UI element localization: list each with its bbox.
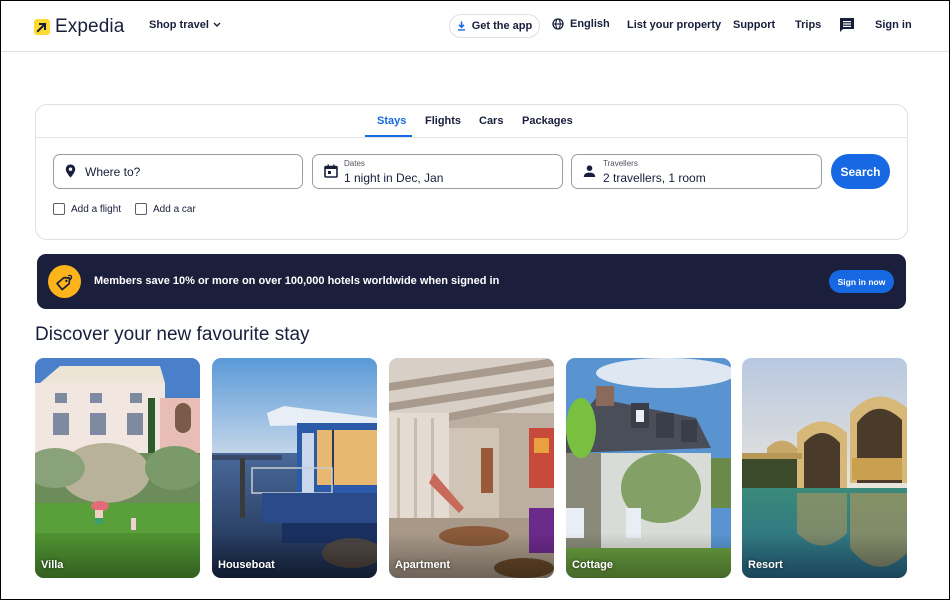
get-the-app-button[interactable]: Get the app: [449, 14, 540, 38]
discover-heading: Discover your new favourite stay: [35, 324, 310, 345]
checkbox-box[interactable]: [53, 203, 65, 215]
globe-icon: [552, 18, 564, 30]
property-card-houseboat[interactable]: Houseboat: [212, 358, 377, 578]
card-label: Villa: [41, 559, 64, 571]
dates-value: 1 night in Dec, Jan: [344, 171, 444, 185]
download-icon: [457, 21, 465, 31]
expedia-logo[interactable]: Expedia: [34, 16, 124, 38]
property-card-resort[interactable]: Resort: [742, 358, 907, 578]
card-label: Houseboat: [218, 559, 275, 571]
active-tab-indicator: [365, 135, 412, 137]
arrow-up-right-icon: [34, 19, 50, 35]
top-nav: Expedia Shop travel Get the app English …: [1, 1, 949, 52]
card-label: Apartment: [395, 559, 451, 571]
card-gradient: [35, 533, 200, 578]
add-car-label: Add a car: [153, 203, 196, 215]
tab-cars[interactable]: Cars: [479, 115, 503, 127]
add-flight-checkbox[interactable]: Add a flight: [53, 203, 121, 215]
add-flight-label: Add a flight: [71, 203, 122, 215]
card-gradient: [566, 533, 731, 578]
language-selector[interactable]: English: [552, 18, 610, 30]
trips-link[interactable]: Trips: [795, 19, 821, 31]
banner-message: Members save 10% or more on over 100,000…: [94, 275, 500, 287]
calendar-icon: [324, 164, 338, 178]
chevron-down-icon: [213, 22, 221, 27]
shop-travel-menu[interactable]: Shop travel: [149, 19, 221, 31]
support-link[interactable]: Support: [733, 19, 775, 31]
card-label: Cottage: [572, 559, 613, 571]
dates-label: Dates: [344, 159, 365, 168]
travellers-field[interactable]: Travellers 2 travellers, 1 room: [571, 154, 822, 189]
card-label: Resort: [748, 559, 783, 571]
language-label: English: [570, 18, 610, 30]
property-card-cottage[interactable]: Cottage: [566, 358, 731, 578]
person-icon: [583, 165, 596, 177]
destination-field[interactable]: Where to?: [53, 154, 303, 189]
member-deals-banner: Members save 10% or more on over 100,000…: [37, 254, 906, 309]
brand-name: Expedia: [55, 16, 125, 37]
search-tabs: Stays Flights Cars Packages: [36, 105, 907, 138]
map-pin-icon: [65, 164, 76, 178]
tab-packages[interactable]: Packages: [522, 115, 573, 127]
dates-field[interactable]: Dates 1 night in Dec, Jan: [312, 154, 563, 189]
checkbox-box[interactable]: [135, 203, 147, 215]
chat-icon: [840, 18, 854, 32]
shop-travel-label: Shop travel: [149, 19, 209, 31]
list-your-property-link[interactable]: List your property: [627, 19, 721, 31]
card-gradient: [212, 533, 377, 578]
get-the-app-label: Get the app: [471, 20, 533, 32]
card-gradient: [389, 533, 554, 578]
travellers-value: 2 travellers, 1 room: [603, 171, 706, 185]
property-card-apartment[interactable]: Apartment: [389, 358, 554, 578]
add-car-checkbox[interactable]: Add a car: [135, 203, 196, 215]
destination-placeholder: Where to?: [85, 165, 141, 179]
property-card-villa[interactable]: Villa: [35, 358, 200, 578]
card-gradient: [742, 533, 907, 578]
chat-button[interactable]: [839, 17, 855, 36]
price-tag-icon: [48, 265, 81, 298]
tab-flights[interactable]: Flights: [425, 115, 461, 127]
travellers-label: Travellers: [603, 159, 638, 168]
sign-in-now-button[interactable]: Sign in now: [829, 270, 894, 293]
search-button[interactable]: Search: [831, 154, 890, 189]
search-panel: Stays Flights Cars Packages Where to? Da…: [35, 104, 908, 240]
sign-in-link[interactable]: Sign in: [875, 19, 912, 31]
tab-stays[interactable]: Stays: [377, 115, 406, 127]
